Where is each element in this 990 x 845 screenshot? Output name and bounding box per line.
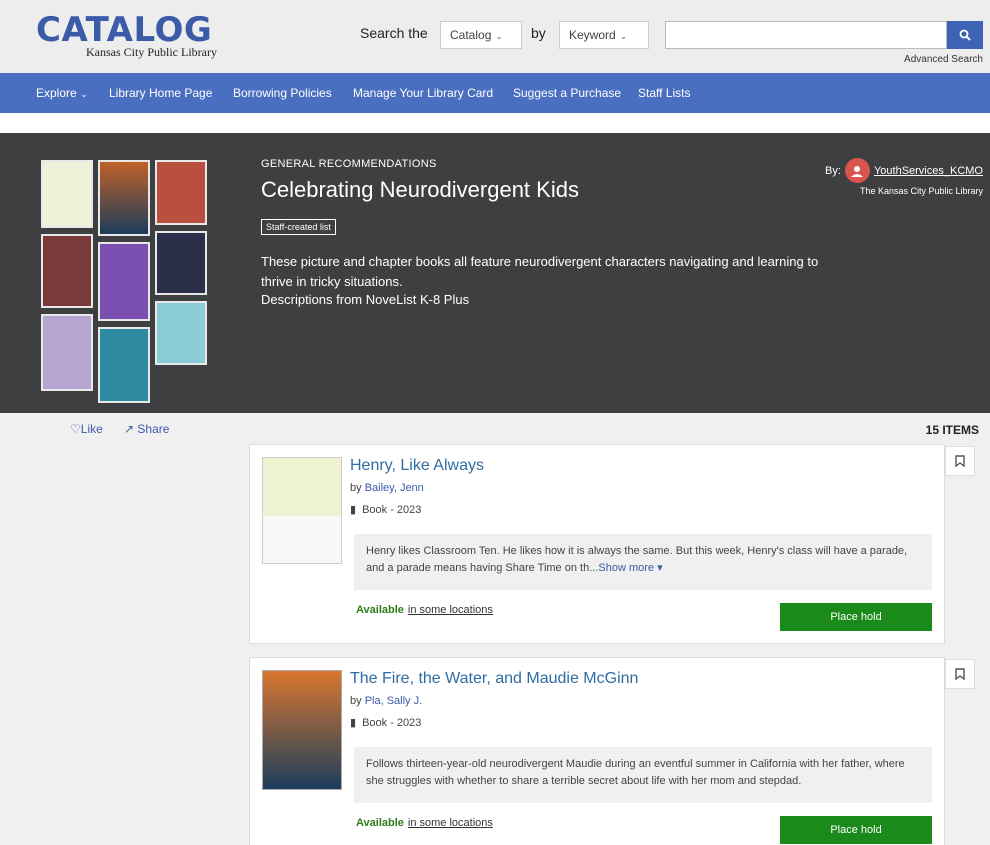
- nav-suggest-purchase[interactable]: Suggest a Purchase: [513, 86, 621, 100]
- by-text: by: [350, 695, 362, 707]
- by-label: By:: [825, 164, 841, 177]
- scope-select[interactable]: Catalog ⌄: [440, 21, 522, 49]
- avatar[interactable]: [844, 158, 870, 183]
- bookmark-button[interactable]: [945, 659, 975, 689]
- book-cover-thumb[interactable]: [41, 234, 93, 308]
- by-text: by: [350, 482, 362, 494]
- book-cover-thumb[interactable]: [155, 301, 207, 365]
- place-hold-button[interactable]: Place hold: [780, 816, 932, 844]
- book-cover-thumb[interactable]: [98, 327, 150, 403]
- logo-text: CATALOG: [36, 10, 213, 50]
- creator-organization: The Kansas City Public Library: [859, 186, 983, 196]
- book-icon: ▮: [350, 717, 357, 729]
- book-cover-thumb[interactable]: [155, 231, 207, 295]
- book-icon: ▮: [350, 504, 357, 516]
- advanced-search-link[interactable]: Advanced Search: [904, 54, 983, 65]
- nav-manage-card[interactable]: Manage Your Library Card: [353, 86, 493, 100]
- chevron-down-icon: ⌄: [80, 89, 88, 99]
- scope-select-value: Catalog: [450, 28, 492, 42]
- search-icon: [959, 29, 971, 41]
- book-cover[interactable]: [262, 457, 342, 564]
- main-nav: Explore ⌄ Library Home Page Borrowing Po…: [0, 73, 990, 113]
- list-source: Descriptions from NoveList K-8 Plus: [261, 292, 470, 307]
- author-link[interactable]: Pla, Sally J.: [365, 695, 422, 707]
- item-format: ▮ Book - 2023: [350, 503, 422, 517]
- share-button[interactable]: ↗ Share: [124, 422, 169, 436]
- item-title[interactable]: The Fire, the Water, and Maudie McGinn: [350, 670, 638, 688]
- list-item: Henry, Like Always by Bailey, Jenn ▮ Book…: [249, 444, 945, 644]
- chevron-down-icon: ⌄: [495, 31, 503, 41]
- field-select-value: Keyword: [569, 28, 616, 42]
- search-input[interactable]: [665, 21, 947, 49]
- field-select[interactable]: Keyword ⌄: [559, 21, 649, 49]
- list-hero: GENERAL RECOMMENDATIONS Celebrating Neur…: [0, 133, 990, 413]
- like-label: Like: [80, 422, 103, 436]
- show-more-link[interactable]: Show more ▾: [598, 562, 662, 574]
- item-description: Henry likes Classroom Ten. He likes how …: [354, 534, 932, 590]
- share-label: Share: [137, 422, 170, 436]
- item-author: by Bailey, Jenn: [350, 482, 424, 494]
- site-header: CATALOG Kansas City Public Library Searc…: [0, 0, 990, 73]
- nav-explore[interactable]: Explore ⌄: [36, 86, 88, 100]
- show-more-label: Show more: [598, 562, 655, 574]
- by-label: by: [531, 25, 546, 41]
- list-category: GENERAL RECOMMENDATIONS: [261, 158, 437, 170]
- bookmark-icon: [955, 668, 965, 680]
- locations-link[interactable]: in some locations: [408, 817, 493, 829]
- item-title[interactable]: Henry, Like Always: [350, 457, 484, 475]
- item-format: ▮ Book - 2023: [350, 716, 422, 730]
- caret-down-icon: ▾: [657, 562, 663, 574]
- book-cover[interactable]: [262, 670, 342, 790]
- nav-staff-lists[interactable]: Staff Lists: [638, 86, 690, 100]
- locations-link[interactable]: in some locations: [408, 604, 493, 616]
- list-description: These picture and chapter books all feat…: [261, 254, 819, 289]
- user-icon: [851, 165, 864, 177]
- availability: Available in some locations: [356, 604, 493, 616]
- heart-icon: ♡: [70, 422, 81, 436]
- item-count: 15 ITEMS: [925, 423, 979, 437]
- availability-status: Available: [356, 817, 404, 829]
- nav-library-home[interactable]: Library Home Page: [109, 86, 212, 100]
- bookmark-icon: [955, 455, 965, 467]
- nav-borrowing-policies[interactable]: Borrowing Policies: [233, 86, 332, 100]
- like-button[interactable]: ♡Like: [70, 422, 103, 436]
- availability-status: Available: [356, 604, 404, 616]
- creator-link[interactable]: YouthServices_KCMO: [874, 165, 983, 177]
- book-cover-thumb[interactable]: [98, 242, 150, 321]
- bookmark-button[interactable]: [945, 446, 975, 476]
- item-author: by Pla, Sally J.: [350, 695, 422, 707]
- staff-created-badge: Staff-created list: [261, 219, 336, 235]
- logo-subtitle: Kansas City Public Library: [86, 45, 217, 59]
- availability: Available in some locations: [356, 817, 493, 829]
- book-cover-thumb[interactable]: [41, 160, 93, 228]
- book-cover-thumb[interactable]: [41, 314, 93, 391]
- place-hold-button[interactable]: Place hold: [780, 603, 932, 631]
- nav-explore-label: Explore: [36, 86, 77, 100]
- author-link[interactable]: Bailey, Jenn: [365, 482, 424, 494]
- list-title: Celebrating Neurodivergent Kids: [261, 177, 579, 202]
- spacer: [0, 113, 990, 133]
- search-button[interactable]: [947, 21, 983, 49]
- list-byline: By: YouthServices_KCMO The Kansas City P…: [825, 158, 983, 196]
- share-icon: ↗: [124, 422, 135, 436]
- catalog-logo[interactable]: CATALOG Kansas City Public Library: [36, 10, 217, 59]
- search-label: Search the: [360, 25, 428, 41]
- format-text: Book - 2023: [362, 503, 422, 516]
- item-description: Follows thirteen-year-old neurodivergent…: [354, 747, 932, 803]
- book-cover-thumb[interactable]: [155, 160, 207, 225]
- format-text: Book - 2023: [362, 716, 422, 729]
- book-cover-thumb[interactable]: [98, 160, 150, 236]
- chevron-down-icon: ⌄: [619, 31, 628, 41]
- list-item: The Fire, the Water, and Maudie McGinn b…: [249, 657, 945, 845]
